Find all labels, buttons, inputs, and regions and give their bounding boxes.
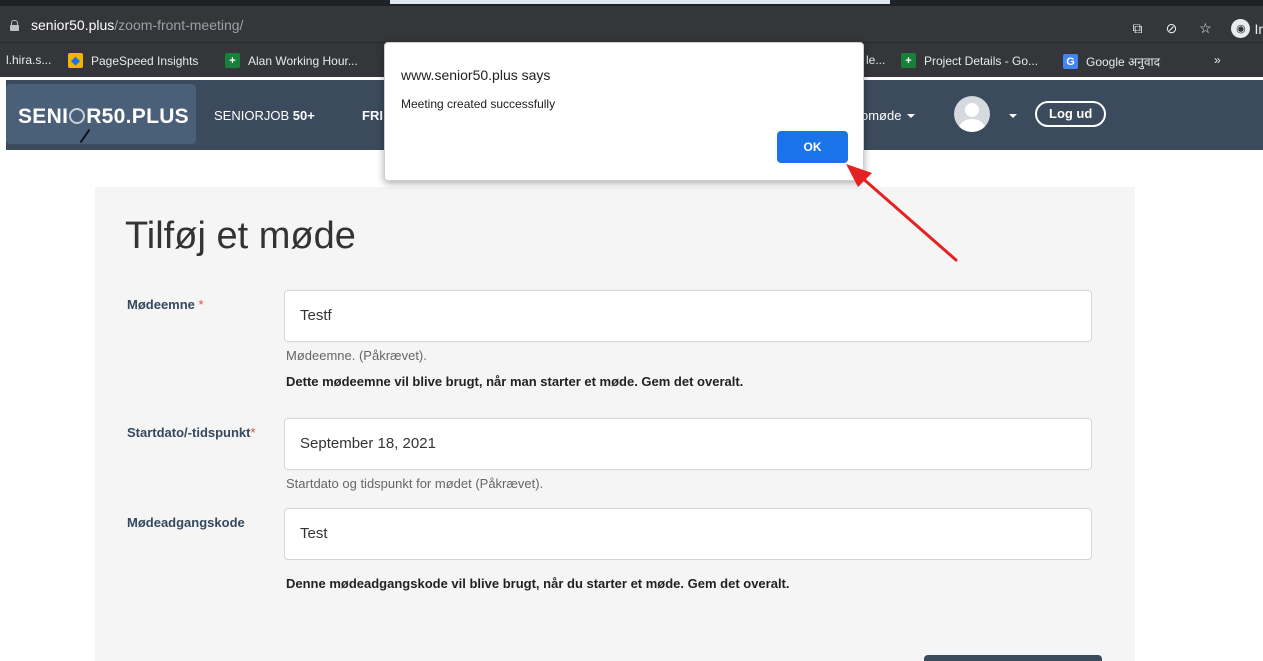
annotation-arrow-icon <box>846 164 958 262</box>
arrow-shaft <box>858 174 958 262</box>
